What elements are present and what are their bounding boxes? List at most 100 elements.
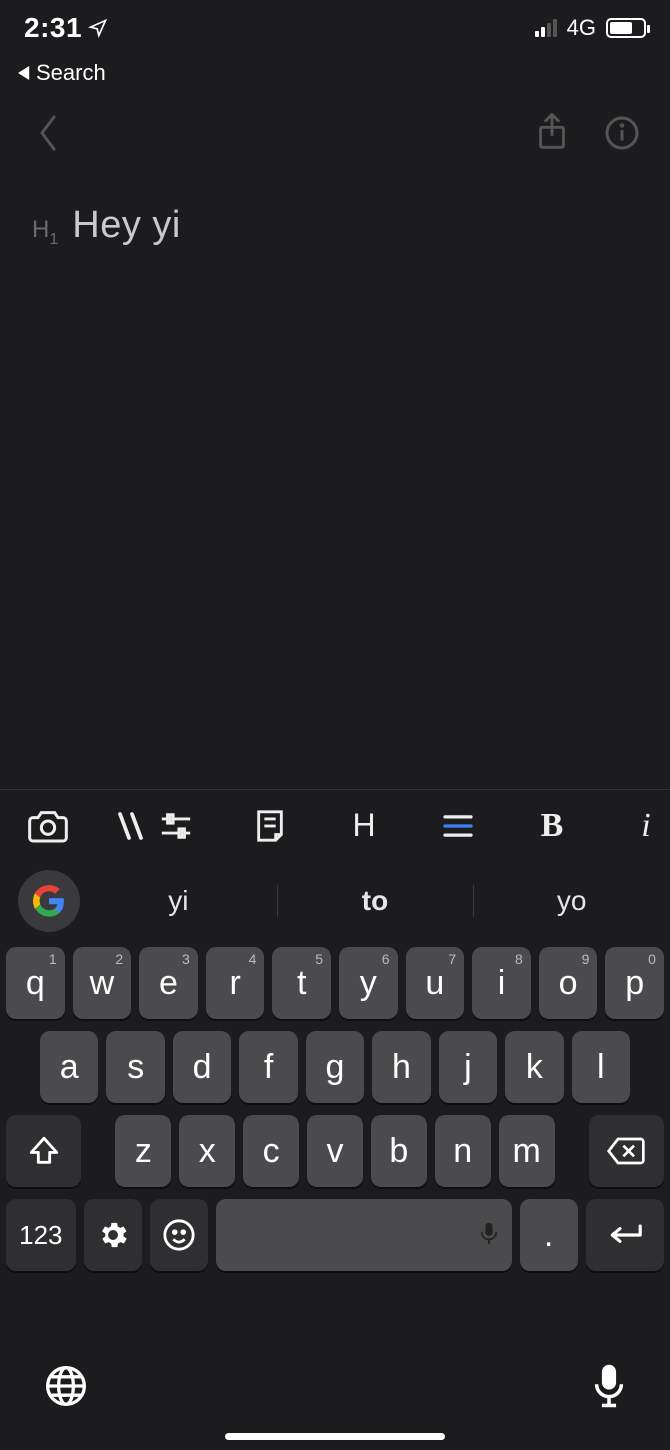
keyboard: q1w2e3r4t5y6u7i8o9p0 asdfghjkl zxcvbnm 1… [0, 941, 670, 1297]
return-to-app[interactable]: Search [0, 56, 670, 98]
page-button[interactable] [248, 804, 292, 848]
return-label: Search [36, 60, 106, 86]
key-row-4: 123 . [6, 1199, 664, 1271]
italic-button[interactable]: i [624, 804, 668, 848]
note-text[interactable]: Hey yi [72, 204, 181, 247]
scribble-icon [114, 808, 150, 844]
key-b[interactable]: b [371, 1115, 427, 1187]
key-v[interactable]: v [307, 1115, 363, 1187]
key-y[interactable]: y6 [339, 947, 398, 1019]
mic-icon [592, 1363, 626, 1409]
shift-key[interactable] [6, 1115, 81, 1187]
scribble-button[interactable] [110, 804, 154, 848]
key-s[interactable]: s [106, 1031, 164, 1103]
battery-icon [606, 18, 646, 38]
emoji-key[interactable] [150, 1199, 208, 1271]
google-button[interactable] [18, 870, 80, 932]
key-t[interactable]: t5 [272, 947, 331, 1019]
key-j[interactable]: j [439, 1031, 497, 1103]
key-u[interactable]: u7 [406, 947, 465, 1019]
align-button[interactable] [436, 804, 480, 848]
key-q[interactable]: q1 [6, 947, 65, 1019]
key-o[interactable]: o9 [539, 947, 598, 1019]
key-k[interactable]: k [505, 1031, 563, 1103]
camera-icon [28, 809, 68, 843]
emoji-icon [162, 1218, 196, 1252]
status-bar: 2:31 4G [0, 0, 670, 56]
adjust-button[interactable] [154, 804, 198, 848]
heading-label: H [352, 807, 375, 844]
heading-button[interactable]: H [342, 804, 386, 848]
share-icon [534, 113, 570, 153]
key-hint: 9 [582, 951, 590, 967]
key-row-2: asdfghjkl [6, 1031, 664, 1103]
numeric-key[interactable]: 123 [6, 1199, 76, 1271]
enter-icon [606, 1223, 644, 1247]
system-row [0, 1363, 670, 1414]
settings-key[interactable] [84, 1199, 142, 1271]
suggestion-1[interactable]: yi [80, 873, 277, 929]
status-left: 2:31 [24, 12, 108, 44]
key-p[interactable]: p0 [605, 947, 664, 1019]
dictation-button[interactable] [592, 1363, 626, 1414]
key-hint: 0 [648, 951, 656, 967]
suggestion-row: yi to yo [0, 861, 670, 941]
key-w[interactable]: w2 [73, 947, 132, 1019]
key-hint: 4 [249, 951, 257, 967]
key-l[interactable]: l [572, 1031, 630, 1103]
back-button[interactable] [28, 113, 68, 153]
key-g[interactable]: g [306, 1031, 364, 1103]
globe-icon [44, 1364, 88, 1408]
key-hint: 8 [515, 951, 523, 967]
share-button[interactable] [532, 113, 572, 153]
period-key[interactable]: . [520, 1199, 578, 1271]
editor-area[interactable]: H1 Hey yi [0, 168, 670, 284]
key-n[interactable]: n [435, 1115, 491, 1187]
info-icon [604, 115, 640, 151]
globe-button[interactable] [44, 1364, 88, 1413]
heading-marker: H1 [32, 216, 58, 248]
key-r[interactable]: r4 [206, 947, 265, 1019]
info-button[interactable] [602, 113, 642, 153]
key-f[interactable]: f [239, 1031, 297, 1103]
key-hint: 7 [448, 951, 456, 967]
key-hint: 1 [49, 951, 57, 967]
mic-mini-icon [480, 1216, 498, 1255]
key-m[interactable]: m [499, 1115, 555, 1187]
suggestion-3[interactable]: yo [473, 873, 670, 929]
key-hint: 6 [382, 951, 390, 967]
key-d[interactable]: d [173, 1031, 231, 1103]
key-i[interactable]: i8 [472, 947, 531, 1019]
key-hint: 2 [115, 951, 123, 967]
suggestions: yi to yo [80, 873, 670, 929]
suggestion-2[interactable]: to [277, 873, 474, 929]
key-e[interactable]: e3 [139, 947, 198, 1019]
key-h[interactable]: h [372, 1031, 430, 1103]
bold-button[interactable]: B [530, 804, 574, 848]
camera-button[interactable] [26, 804, 70, 848]
key-c[interactable]: c [243, 1115, 299, 1187]
space-key[interactable] [216, 1199, 512, 1271]
google-icon [32, 884, 66, 918]
status-time: 2:31 [24, 12, 82, 44]
home-indicator[interactable] [225, 1433, 445, 1440]
shift-icon [27, 1134, 61, 1168]
italic-label: i [641, 807, 650, 845]
back-triangle-icon [18, 66, 32, 80]
key-row-1: q1w2e3r4t5y6u7i8o9p0 [6, 947, 664, 1019]
align-icon [442, 813, 474, 839]
page-icon [255, 809, 285, 843]
gear-icon [96, 1218, 130, 1252]
backspace-icon [606, 1136, 646, 1166]
status-right: 4G [535, 15, 646, 41]
bold-label: B [541, 807, 564, 845]
key-row-3: zxcvbnm [6, 1115, 664, 1187]
key-x[interactable]: x [179, 1115, 235, 1187]
format-toolbar: H B i [0, 789, 670, 861]
location-icon [88, 18, 108, 38]
key-z[interactable]: z [115, 1115, 171, 1187]
enter-key[interactable] [586, 1199, 664, 1271]
backspace-key[interactable] [589, 1115, 664, 1187]
key-a[interactable]: a [40, 1031, 98, 1103]
sliders-icon [159, 809, 193, 843]
